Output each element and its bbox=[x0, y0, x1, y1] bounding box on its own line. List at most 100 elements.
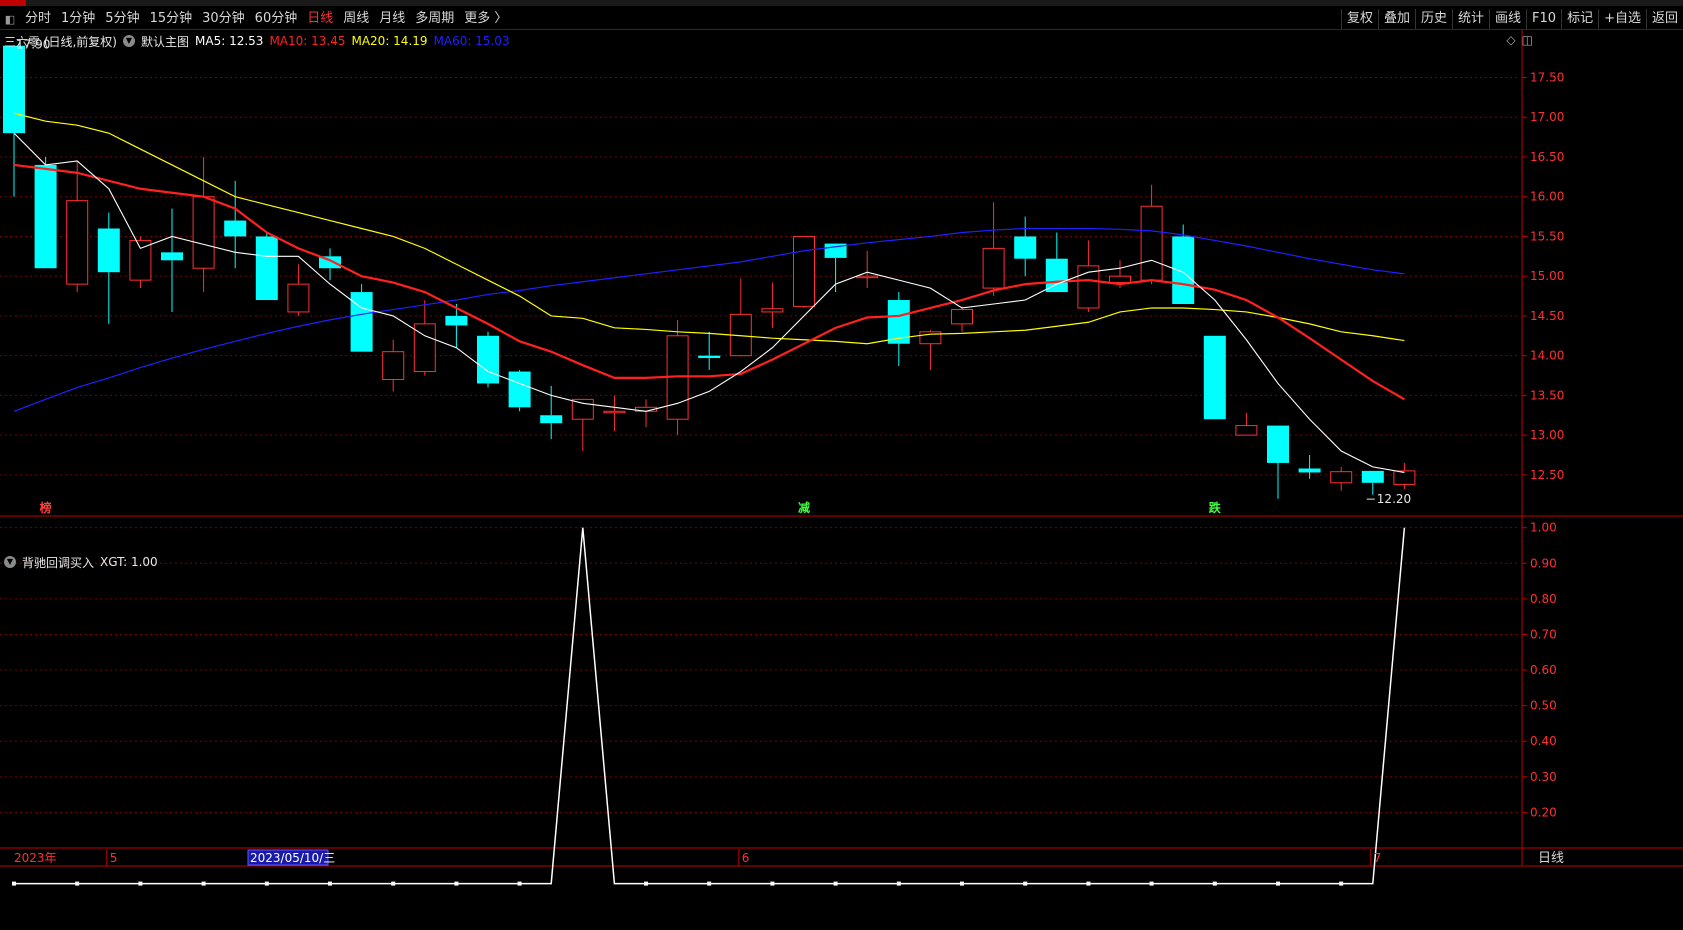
candle-body-down bbox=[350, 292, 373, 352]
toolbar-button[interactable]: 标记 bbox=[1561, 9, 1598, 29]
xgt-point bbox=[517, 881, 522, 886]
x-axis-month-label: 5 bbox=[110, 851, 118, 865]
candle-body-up bbox=[571, 398, 594, 420]
candle-body-down bbox=[255, 236, 278, 301]
candle-body-up bbox=[287, 283, 310, 313]
xgt-point bbox=[833, 881, 838, 886]
xgt-point bbox=[391, 881, 396, 886]
indicator-value: XGT: 1.00 bbox=[100, 555, 158, 569]
period-tab[interactable]: 月线 bbox=[374, 8, 410, 30]
candle-body-down bbox=[1014, 236, 1037, 259]
sub-tick-label: 0.50 bbox=[1530, 699, 1557, 713]
candle-body-down bbox=[97, 228, 120, 273]
toolbar-button[interactable]: 叠加 bbox=[1377, 9, 1415, 29]
event-marker: 跌 bbox=[1209, 500, 1222, 515]
toolbar-button[interactable]: 画线 bbox=[1489, 9, 1526, 29]
candle-body-up bbox=[951, 309, 973, 325]
candle-body-down bbox=[3, 45, 25, 134]
toolbar-button[interactable]: +自选 bbox=[1598, 9, 1646, 29]
xgt-point bbox=[12, 881, 16, 886]
low-price-label: 12.20 bbox=[1377, 492, 1411, 506]
diamond-icon[interactable]: ◇ bbox=[1506, 33, 1515, 47]
toolbar-button[interactable]: F10 bbox=[1526, 9, 1561, 29]
candle-body-up bbox=[793, 235, 815, 307]
top-strip bbox=[0, 0, 1683, 6]
candle-body-down bbox=[1172, 236, 1195, 304]
chart-area[interactable]: 17.50 17.00 16.50 16.00 15.50 15.00 14.50 14.00… bbox=[0, 30, 1683, 930]
candle-body-down bbox=[161, 252, 183, 261]
ma5-line bbox=[13, 132, 1405, 474]
candle-body-down bbox=[698, 355, 721, 359]
toolbar-button[interactable]: 历史 bbox=[1414, 9, 1452, 29]
candle-body-up bbox=[761, 308, 784, 313]
candle-body-up bbox=[66, 200, 89, 285]
ma-legend-item: MA10: 13.45 bbox=[269, 34, 346, 48]
price-tick-label: 13.50 bbox=[1530, 388, 1564, 402]
cursor-date-label: 2023/05/10/三 bbox=[250, 851, 335, 865]
candle-body-up bbox=[192, 196, 215, 269]
toolbar-button[interactable]: 返回 bbox=[1645, 9, 1683, 29]
candle-body-down bbox=[1298, 468, 1321, 473]
main-panel-icons: ◇ ◫ bbox=[1506, 33, 1533, 47]
xgt-point bbox=[644, 881, 648, 886]
period-tab[interactable]: 5分钟 bbox=[100, 8, 144, 30]
sub-tick-label: 0.30 bbox=[1530, 770, 1557, 784]
toolbar-button[interactable]: 统计 bbox=[1452, 9, 1489, 29]
indicator-dropdown-icon[interactable]: ▼ bbox=[4, 556, 16, 568]
sub-tick-label: 0.60 bbox=[1530, 663, 1557, 677]
indicator-label[interactable]: 背驰回调买入 bbox=[22, 554, 94, 571]
price-tick-label: 17.50 bbox=[1530, 71, 1564, 85]
ma20-line bbox=[13, 112, 1405, 345]
xgt-point bbox=[770, 881, 775, 886]
candle-body-down bbox=[34, 164, 57, 269]
price-tick-label: 13.00 bbox=[1530, 428, 1564, 442]
toolbar-button[interactable]: 复权 bbox=[1340, 9, 1378, 29]
panel-toggle-icon[interactable]: ◧ bbox=[0, 8, 20, 30]
xgt-point bbox=[1339, 881, 1344, 886]
ma-legend-item: MA60: 15.03 bbox=[433, 34, 510, 48]
event-marker: 榜 bbox=[40, 500, 52, 515]
period-tab[interactable]: 更多 〉 bbox=[459, 8, 512, 30]
stock-title: 三六零 (日线,前复权) bbox=[4, 34, 117, 49]
sub-tick-label: 0.90 bbox=[1530, 556, 1557, 570]
candle-body-down bbox=[1203, 335, 1226, 420]
xgt-point bbox=[328, 881, 332, 886]
period-tab[interactable]: 日线 bbox=[302, 8, 338, 30]
candle-body-down bbox=[445, 315, 468, 326]
price-tick-label: 14.50 bbox=[1530, 309, 1564, 323]
period-tab[interactable]: 15分钟 bbox=[145, 8, 198, 30]
price-tick-label: 17.00 bbox=[1530, 110, 1564, 124]
template-dropdown-icon[interactable]: ▼ bbox=[123, 35, 135, 47]
period-tab[interactable]: 分时 bbox=[20, 8, 56, 30]
period-toolbar-left: ◧ 分时 1分钟 5分钟 15分钟 30分钟 60分钟 日线 周线 月线 多周期 更多 〉 bbox=[0, 8, 512, 30]
xgt-point bbox=[1149, 881, 1154, 886]
candle-body-down bbox=[224, 220, 247, 237]
xgt-point bbox=[75, 881, 80, 886]
sub-legend: ▼ 背驰回调买入 XGT: 1.00 bbox=[4, 554, 158, 570]
ma-legend-item: MA20: 14.19 bbox=[351, 34, 428, 48]
candle-body-up bbox=[382, 351, 405, 380]
candle-body-up bbox=[603, 410, 626, 414]
candle-body-up bbox=[129, 239, 152, 281]
template-label[interactable]: 默认主图 bbox=[141, 33, 189, 50]
candle-body-down bbox=[1267, 425, 1289, 463]
period-tab[interactable]: 多周期 bbox=[410, 8, 459, 30]
period-tab[interactable]: 1分钟 bbox=[56, 8, 100, 30]
stock-chart-app: ◧ 分时 1分钟 5分钟 15分钟 30分钟 60分钟 日线 周线 月线 多周期 更多 〉 复权 叠加… bbox=[0, 0, 1683, 930]
period-tab[interactable]: 周线 bbox=[338, 8, 374, 30]
period-tab[interactable]: 30分钟 bbox=[197, 8, 250, 30]
sub-tick-label: 1.00 bbox=[1530, 521, 1557, 535]
period-label: 日线 bbox=[1538, 851, 1564, 866]
price-tick-label: 14.00 bbox=[1530, 349, 1564, 363]
period-toolbar-right: 复权 叠加 历史 统计 画线 F10 标记 +自选 返回 bbox=[1340, 8, 1683, 30]
sub-tick-label: 0.70 bbox=[1530, 627, 1557, 641]
chart-svg[interactable]: 17.50 17.00 16.50 16.00 15.50 15.00 14.50 14.00… bbox=[0, 30, 1683, 930]
candle-body-up bbox=[856, 275, 879, 279]
ma60-line bbox=[13, 227, 1405, 412]
candle-body-down bbox=[1361, 470, 1384, 483]
ma-legend: MA5: 12.53 MA10: 13.45 MA20: 14.19 MA60: 15… bbox=[195, 34, 510, 48]
xgt-point bbox=[1086, 881, 1091, 886]
period-tab[interactable]: 60分钟 bbox=[250, 8, 303, 30]
maximize-icon[interactable]: ◫ bbox=[1522, 33, 1533, 47]
app-logo bbox=[0, 0, 26, 6]
